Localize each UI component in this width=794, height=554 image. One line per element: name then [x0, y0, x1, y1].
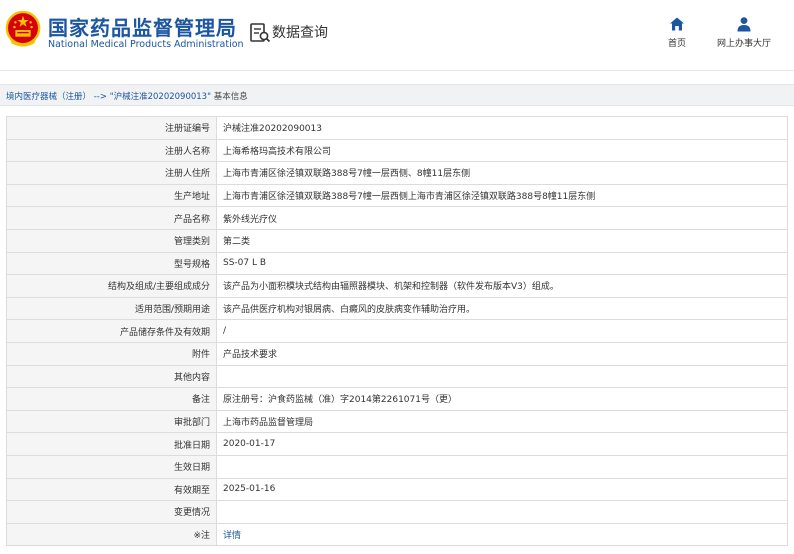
row-value: [216, 500, 788, 524]
table-row: 注册人住所 上海市青浦区徐泾镇双联路388号7幢一层西侧、8幢11层东侧: [6, 161, 788, 185]
national-emblem-icon: [5, 10, 41, 47]
table-row: 变更情况: [6, 500, 788, 524]
row-value: SS-07 L B: [216, 251, 788, 276]
table-row: 适用范围/预期用途 该产品供医疗机构对银屑病、白癜风的皮肤病变作辅助治疗用。: [6, 296, 788, 321]
site-header: 国家药品监督管理局 National Medical Products Admi…: [0, 0, 794, 70]
row-label: 产品名称: [6, 206, 217, 230]
row-value: 上海市青浦区徐泾镇双联路388号7幢一层西侧上海市青浦区徐泾镇双联路388号8幢…: [216, 183, 788, 208]
breadcrumb-bar: 境内医疗器械（注册） --> "沪械注准20202090013" 基本信息: [0, 84, 794, 106]
row-label: 产品储存条件及有效期: [6, 319, 217, 343]
table-row: ※注 详情: [6, 522, 788, 547]
nav-online-office-link[interactable]: 网上办事大厅: [710, 16, 778, 49]
row-value: 该产品供医疗机构对银屑病、白癜风的皮肤病变作辅助治疗用。: [216, 296, 788, 321]
table-row: 型号规格 SS-07 L B: [6, 251, 788, 276]
row-label: 生产地址: [6, 183, 217, 208]
row-label: 注册人名称: [6, 138, 217, 163]
row-value: 2025-01-16: [216, 477, 788, 502]
table-row: 注册人名称 上海希格玛高技术有限公司: [6, 138, 788, 163]
home-icon: [670, 17, 684, 31]
row-value: 紫外线光疗仪: [216, 206, 788, 230]
row-value: /: [216, 319, 788, 343]
row-value: [216, 454, 788, 479]
table-row: 备注 原注册号：沪食药监械（准）字2014第2261071号（更）: [6, 387, 788, 411]
row-value: 上海市青浦区徐泾镇双联路388号7幢一层西侧、8幢11层东侧: [216, 161, 788, 185]
row-label: 有效期至: [6, 477, 217, 502]
row-value: 上海市药品监督管理局: [216, 409, 788, 434]
table-row: 管理类别 第二类: [6, 228, 788, 253]
row-label: 备注: [6, 387, 217, 411]
table-row: 生产地址 上海市青浦区徐泾镇双联路388号7幢一层西侧上海市青浦区徐泾镇双联路38…: [6, 183, 788, 208]
row-label: 附件: [6, 341, 217, 366]
header-divider: [0, 70, 794, 71]
section-title: 数据查询: [272, 25, 328, 41]
row-label: 型号规格: [6, 251, 217, 276]
table-row: 附件 产品技术要求: [6, 341, 788, 366]
row-value: 产品技术要求: [216, 341, 788, 366]
registration-detail-table: 注册证编号 沪械注准20202090013 注册人名称 上海希格玛高技术有限公司 注…: [6, 116, 788, 547]
table-row: 注册证编号 沪械注准20202090013: [6, 116, 788, 140]
row-label: 注册证编号: [6, 116, 217, 140]
table-row: 审批部门 上海市药品监督管理局: [6, 409, 788, 434]
row-value: 该产品为小面积模块式结构由辐照器模块、机架和控制器（软件发布版本V3）组成。: [216, 274, 788, 298]
org-name-en: National Medical Products Administration: [48, 39, 244, 50]
breadcrumb-current: 基本信息: [213, 92, 248, 102]
row-value: 沪械注准20202090013: [216, 116, 788, 140]
nav-online-office-label: 网上办事大厅: [716, 39, 771, 49]
row-label: 其他内容: [6, 364, 217, 389]
details-link[interactable]: 详情: [223, 531, 241, 541]
breadcrumb-category-link[interactable]: 境内医疗器械（注册）: [6, 92, 91, 102]
breadcrumb: 境内医疗器械（注册） --> "沪械注准20202090013" 基本信息: [6, 90, 248, 102]
row-label: 结构及组成/主要组成成分: [6, 274, 217, 298]
row-label: 注册人住所: [6, 161, 217, 185]
table-row: 其他内容: [6, 364, 788, 389]
row-label: 生效日期: [6, 454, 217, 479]
table-row: 结构及组成/主要组成成分 该产品为小面积模块式结构由辐照器模块、机架和控制器（软件…: [6, 274, 788, 298]
row-label: 变更情况: [6, 500, 217, 524]
nav-home-link[interactable]: 首页: [660, 16, 694, 49]
org-name-cn: 国家药品监督管理局: [48, 16, 237, 40]
row-value: 第二类: [216, 228, 788, 253]
table-row: 批准日期 2020-01-17: [6, 432, 788, 456]
row-value: 2020-01-17: [216, 432, 788, 456]
row-value: [216, 364, 788, 389]
row-label: 审批部门: [6, 409, 217, 434]
breadcrumb-separator: -->: [93, 92, 107, 102]
nav-home-label: 首页: [667, 39, 686, 49]
table-row: 产品名称 紫外线光疗仪: [6, 206, 788, 230]
data-query-icon: [250, 23, 271, 43]
row-label: ※注: [6, 522, 217, 547]
row-label: 批准日期: [6, 432, 217, 456]
table-row: 产品储存条件及有效期 /: [6, 319, 788, 343]
breadcrumb-record-link[interactable]: "沪械注准20202090013": [110, 92, 211, 102]
table-row: 生效日期: [6, 454, 788, 479]
row-label: 管理类别: [6, 228, 217, 253]
table-row: 有效期至 2025-01-16: [6, 477, 788, 502]
row-label: 适用范围/预期用途: [6, 296, 217, 321]
user-icon: [737, 17, 751, 32]
row-value: 上海希格玛高技术有限公司: [216, 138, 788, 163]
row-value: 原注册号：沪食药监械（准）字2014第2261071号（更）: [216, 387, 788, 411]
